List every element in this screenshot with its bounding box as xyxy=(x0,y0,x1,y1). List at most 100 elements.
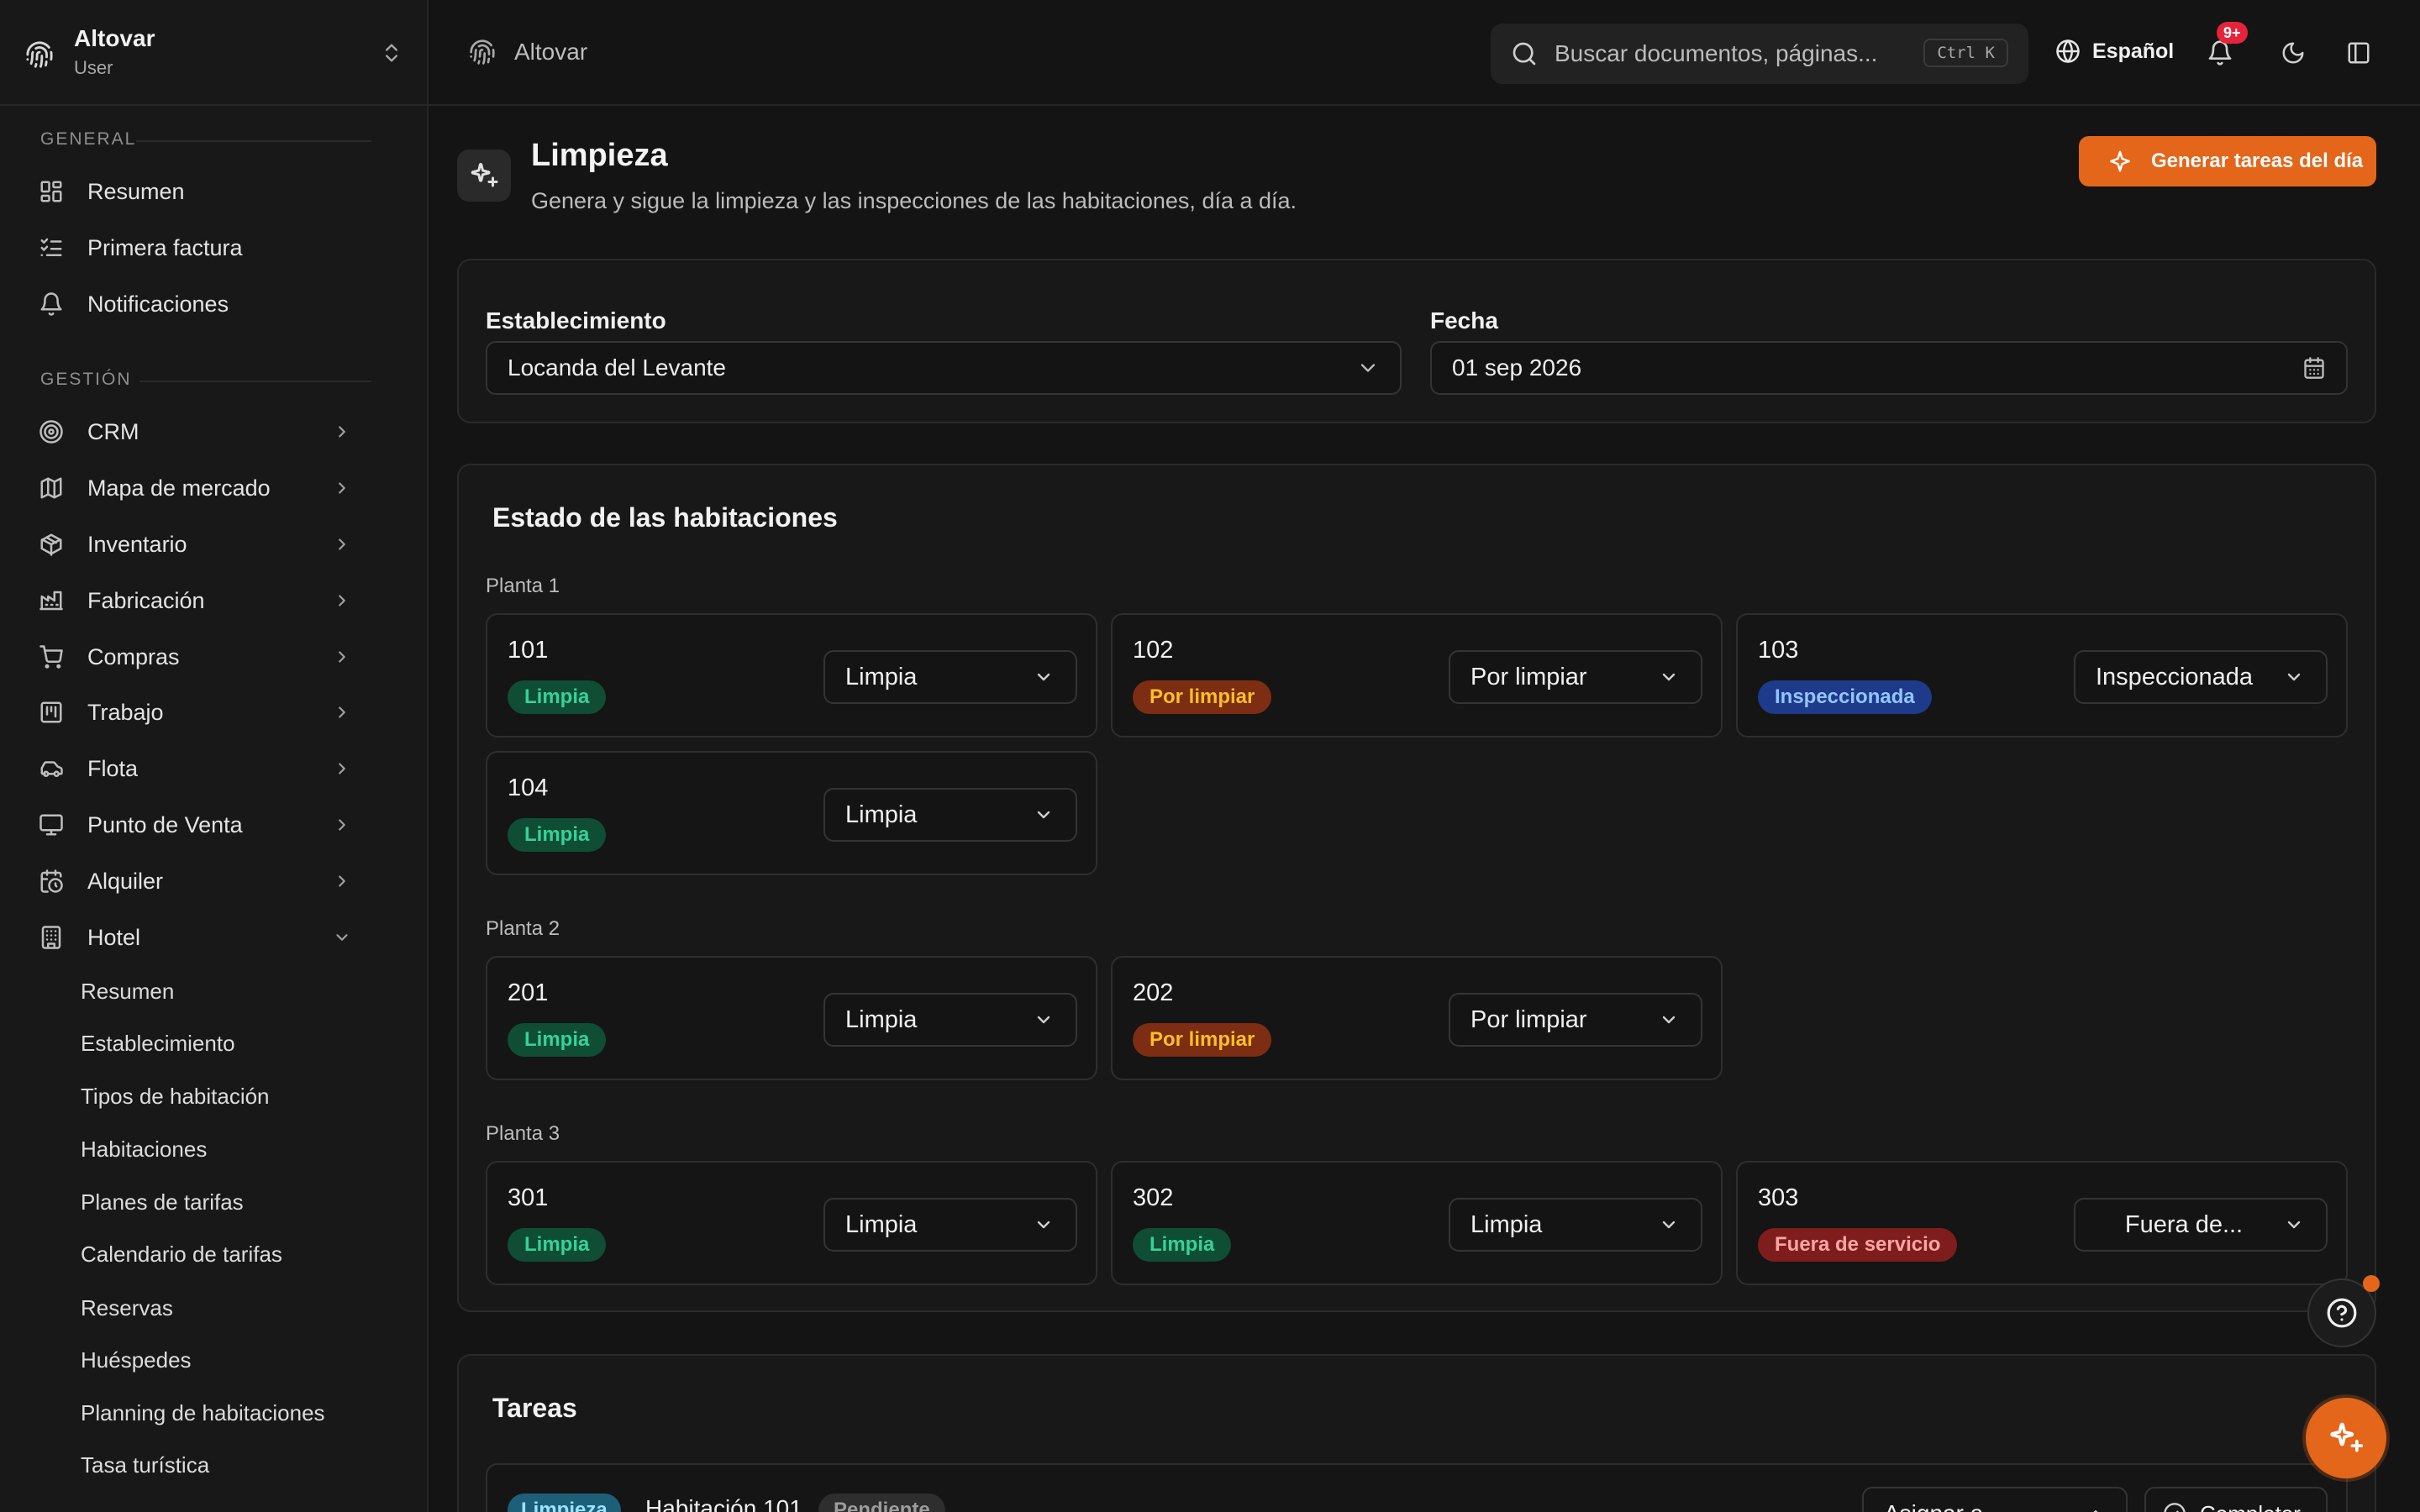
breadcrumb-label: Altovar xyxy=(514,39,588,65)
room-number: 201 xyxy=(508,979,549,1006)
room-card: 201 Limpia Limpia xyxy=(486,956,1097,1080)
hotel-subitem-planning-de-habitaciones[interactable]: Planning de habitaciones xyxy=(81,1400,325,1426)
nav-item-label: Alquiler xyxy=(87,868,164,894)
status-select-value: Limpia xyxy=(845,801,918,828)
status-select-value: Fuera de... xyxy=(2124,1210,2244,1238)
task-status-badge: Pendiente xyxy=(818,1494,945,1512)
hotel-subitem-habitaciones[interactable]: Habitaciones xyxy=(81,1137,207,1163)
cart-icon xyxy=(39,645,63,669)
dashboard-icon xyxy=(40,181,62,202)
nav-item-inventario[interactable]: Inventario xyxy=(39,524,375,564)
hotel-subitem-huespedes[interactable]: Huéspedes xyxy=(81,1347,192,1373)
language-label: Español xyxy=(2092,39,2175,63)
status-badge: Limpia xyxy=(508,1228,607,1262)
chevron-right-icon xyxy=(339,763,345,774)
status-select[interactable]: Inspeccionada xyxy=(2074,650,2328,704)
nav-item-hotel[interactable]: Hotel xyxy=(39,917,375,958)
nav-item-label: CRM xyxy=(87,418,139,444)
chevron-right-icon xyxy=(339,426,345,438)
nav-item-label: Flota xyxy=(87,755,139,781)
nav-item-fabricacion[interactable]: Fabricación xyxy=(39,580,375,621)
map-icon xyxy=(40,477,62,499)
ai-assistant-button[interactable] xyxy=(2306,1398,2386,1478)
nav-item-mapa-de-mercado[interactable]: Mapa de mercado xyxy=(39,468,375,508)
room-number: 101 xyxy=(508,637,549,664)
nav-item-compras[interactable]: Compras xyxy=(39,637,375,677)
calendar-icon xyxy=(2304,357,2324,379)
date-label: Fecha xyxy=(1430,307,1498,333)
status-badge: Limpia xyxy=(508,1023,607,1057)
nav-item-label: Mapa de mercado xyxy=(87,475,271,501)
status-badge: Limpia xyxy=(508,680,607,714)
nav-item-punto-de-venta[interactable]: Punto de Venta xyxy=(39,805,375,845)
search-placeholder: Buscar documentos, páginas... xyxy=(1555,40,1878,66)
status-select-value: Limpia xyxy=(845,1210,918,1238)
nav-item-alquiler[interactable]: Alquiler xyxy=(39,861,375,901)
hotel-subitem-planes-de-tarifas[interactable]: Planes de tarifas xyxy=(81,1189,244,1215)
nav-item-resumen[interactable]: Resumen xyxy=(39,171,375,212)
floor-label: Planta 3 xyxy=(486,1122,560,1145)
assign-select[interactable]: Asignar a xyxy=(1862,1487,2128,1512)
top-bar: Altovar Buscar documentos, páginas... Ct… xyxy=(429,0,2420,106)
org-role: User xyxy=(74,57,113,78)
sidebar-toggle-icon[interactable] xyxy=(2346,40,2371,66)
breadcrumb[interactable]: Altovar xyxy=(469,39,587,66)
moon-icon[interactable] xyxy=(2281,40,2306,66)
status-select[interactable]: Limpia xyxy=(823,993,1077,1047)
search-input[interactable]: Buscar documentos, páginas... Ctrl K xyxy=(1491,24,2028,84)
chevron-down-icon xyxy=(1037,811,1050,819)
date-picker[interactable]: 01 sep 2026 xyxy=(1430,341,2348,395)
complete-task-button[interactable]: Completar xyxy=(2144,1487,2328,1512)
room-card: 103 Inspeccionada Inspeccionada xyxy=(1736,613,2348,738)
tasks-section-title: Tareas xyxy=(492,1393,577,1423)
search-shortcut: Ctrl K xyxy=(1923,39,2008,67)
chevron-down-icon xyxy=(1360,364,1376,372)
status-select[interactable]: Por limpiar xyxy=(1449,650,1702,704)
help-notification-dot xyxy=(2363,1275,2380,1292)
factory-icon xyxy=(39,591,63,611)
status-select[interactable]: Limpia xyxy=(823,788,1077,842)
nav-item-label: Primera factura xyxy=(87,234,243,260)
status-select[interactable]: Por limpiar xyxy=(1449,993,1702,1047)
package-icon xyxy=(40,533,62,556)
room-number: 102 xyxy=(1133,637,1174,664)
hotel-subitem-tipos-de-habitacion[interactable]: Tipos de habitación xyxy=(81,1084,270,1110)
nav-item-primera-factura[interactable]: Primera factura xyxy=(39,228,375,268)
nav-item-label: Punto de Venta xyxy=(87,811,243,837)
chevron-down-icon xyxy=(2287,1221,2301,1229)
nav-item-flota[interactable]: Flota xyxy=(39,748,375,789)
chevron-right-icon xyxy=(339,482,345,494)
chevron-right-icon xyxy=(339,819,345,831)
language-switcher[interactable]: Español xyxy=(2055,39,2174,64)
status-select[interactable]: Fuera de... xyxy=(2074,1198,2328,1252)
status-select[interactable]: Limpia xyxy=(823,1198,1077,1252)
nav-item-label: Resumen xyxy=(87,178,185,204)
nav-item-trabajo[interactable]: Trabajo xyxy=(39,692,375,732)
status-select[interactable]: Limpia xyxy=(823,650,1077,704)
property-select[interactable]: Locanda del Levante xyxy=(486,341,1402,395)
hotel-subitem-resumen[interactable]: Resumen xyxy=(81,979,174,1005)
hotel-subitem-establecimiento[interactable]: Establecimiento xyxy=(81,1031,235,1057)
status-select[interactable]: Limpia xyxy=(1449,1198,1702,1252)
building-icon xyxy=(41,926,61,949)
hotel-subitem-calendario-de-tarifas[interactable]: Calendario de tarifas xyxy=(81,1242,282,1268)
page-title: Limpieza xyxy=(531,138,668,173)
nav-item-label: Trabajo xyxy=(87,699,164,725)
chevron-down-icon xyxy=(1037,1016,1050,1024)
room-card: 102 Por limpiar Por limpiar xyxy=(1111,613,1723,738)
chevron-right-icon xyxy=(339,595,345,606)
generate-tasks-button[interactable]: Generar tareas del día xyxy=(2079,136,2376,186)
status-select-value: Limpia xyxy=(845,663,918,690)
nav-item-crm[interactable]: CRM xyxy=(39,412,375,452)
page-subtitle: Genera y sigue la limpieza y las inspecc… xyxy=(531,188,1297,213)
org-switcher[interactable]: Altovar User xyxy=(0,0,427,106)
nav-item-notificaciones[interactable]: Notificaciones xyxy=(39,284,375,324)
status-badge: Limpia xyxy=(508,818,607,852)
notification-count-badge: 9+ xyxy=(2217,22,2248,44)
chevron-right-icon xyxy=(339,538,345,550)
hotel-subitem-tasa-turistica[interactable]: Tasa turística xyxy=(81,1452,209,1478)
chevron-right-icon xyxy=(339,706,345,718)
hotel-subitem-reservas[interactable]: Reservas xyxy=(81,1295,173,1321)
status-badge: Por limpiar xyxy=(1133,680,1272,714)
room-card: 302 Limpia Limpia xyxy=(1111,1161,1723,1285)
